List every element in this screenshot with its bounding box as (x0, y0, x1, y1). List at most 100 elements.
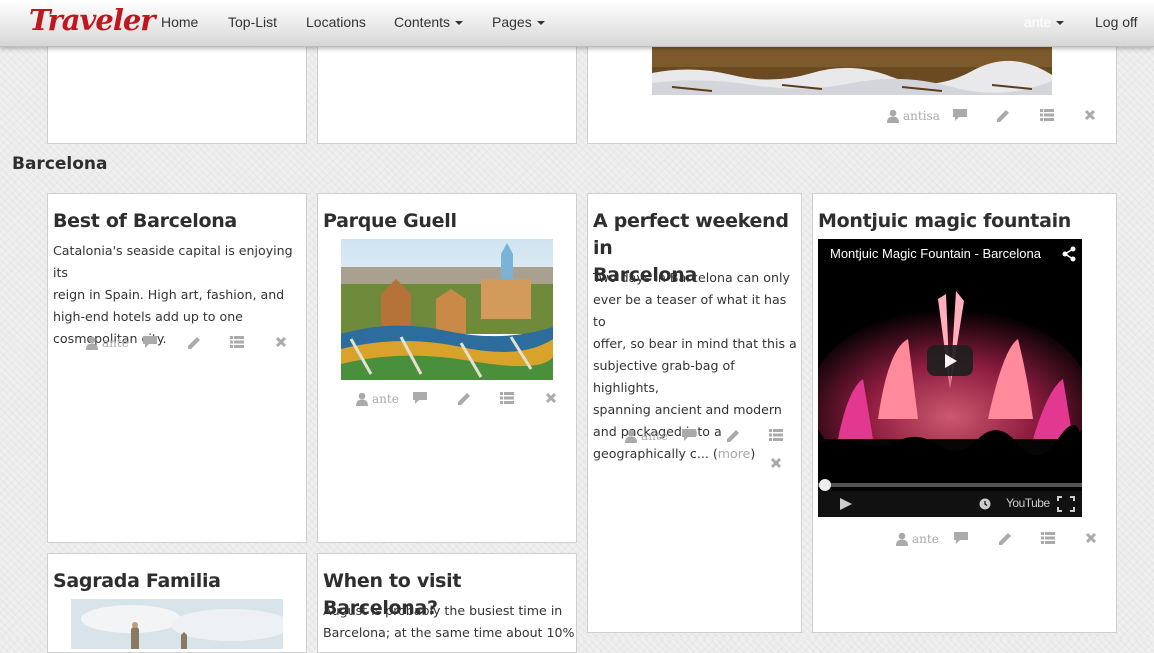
text-line: high-end hotels add up to one (53, 309, 243, 324)
edit-button[interactable] (187, 336, 201, 350)
card-sagrada-familia: Sagrada Familia (47, 553, 307, 653)
play-button[interactable] (927, 345, 973, 376)
close-icon (275, 336, 287, 348)
author-name: ante (372, 392, 399, 406)
card-when-to-visit: When to visit Barcelona? August is proba… (317, 553, 577, 653)
text-line: August is probably the busiest time in (323, 603, 563, 618)
text-line: Catalonia's seaside capital is enjoying … (53, 243, 293, 280)
text-line: Barcelona; at the same time about 10% (323, 625, 575, 640)
user-icon (86, 336, 98, 350)
card-title[interactable]: Parque Guell (323, 208, 457, 235)
card-title[interactable]: Best of Barcelona (53, 208, 237, 235)
list-icon (1041, 532, 1055, 544)
delete-button[interactable] (1084, 109, 1096, 121)
title-line: A perfect weekend in (593, 210, 789, 259)
edit-button[interactable] (726, 429, 740, 443)
list-button[interactable] (1041, 532, 1055, 544)
card-title[interactable]: Montjuic magic fountain (818, 208, 1071, 235)
pencil-icon (188, 337, 200, 349)
clock-icon[interactable] (979, 498, 991, 510)
text-line: Two days in Barcelona can only (593, 270, 790, 285)
text-line: subjective grab-bag of highlights, (593, 358, 735, 395)
winter-landscape-image (652, 47, 1052, 95)
comment-button[interactable] (413, 392, 427, 404)
fullscreen-icon[interactable] (1057, 496, 1075, 512)
video-progress-bar[interactable] (818, 483, 1082, 487)
card-actions: ante (355, 392, 575, 412)
edit-button[interactable] (996, 109, 1010, 123)
text-line: spanning ancient and modern (593, 402, 782, 417)
nav-locations[interactable]: Locations (306, 14, 366, 30)
close-icon (545, 392, 557, 404)
user-icon (896, 532, 908, 546)
author-link[interactable]: ante (624, 429, 668, 443)
video-scrubber[interactable] (819, 479, 831, 491)
youtube-video-player[interactable]: Montjuic Magic Fountain - Barcelona YouT… (818, 239, 1082, 517)
user-menu[interactable]: ante (1024, 14, 1065, 30)
close-icon (770, 457, 782, 469)
text-line: offer, so bear in mind that this a (593, 336, 797, 351)
card-top-3: antisa (587, 30, 1117, 144)
card-parque-guell: Parque Guell ante (317, 193, 577, 543)
logoff-link[interactable]: Log off (1095, 14, 1138, 30)
delete-button[interactable] (275, 336, 287, 348)
comment-icon (682, 429, 696, 441)
card-text: August is probably the busiest time in B… (323, 600, 575, 644)
video-title[interactable]: Montjuic Magic Fountain - Barcelona (830, 246, 1041, 261)
list-button[interactable] (500, 392, 514, 404)
edit-button[interactable] (998, 532, 1012, 546)
share-icon[interactable] (1061, 246, 1077, 262)
comment-button[interactable] (143, 336, 157, 348)
comment-button[interactable] (682, 429, 696, 441)
delete-button[interactable] (770, 457, 782, 469)
caret-down-icon (536, 21, 545, 26)
card-perfect-weekend: A perfect weekend in Barcelona Two days … (587, 193, 802, 633)
user-icon (887, 109, 899, 123)
list-button[interactable] (230, 336, 244, 348)
comment-icon (954, 532, 968, 544)
brand-logo[interactable]: Traveler (29, 3, 156, 37)
card-title[interactable]: Sagrada Familia (53, 568, 221, 595)
card-actions: ante (895, 532, 1115, 552)
nav-pages-dropdown[interactable]: Pages (492, 14, 545, 30)
delete-button[interactable] (545, 392, 557, 404)
author-link[interactable]: ante (895, 532, 939, 546)
nav-contents-dropdown[interactable]: Contents (394, 14, 464, 30)
card-top-2 (317, 30, 577, 144)
delete-button[interactable] (1085, 532, 1097, 544)
nav-home[interactable]: Home (161, 14, 198, 30)
list-icon (230, 336, 244, 348)
close-icon (1084, 109, 1096, 121)
user-name: ante (1024, 14, 1052, 30)
user-icon (625, 429, 637, 443)
comment-button[interactable] (953, 109, 967, 121)
author-name: antisa (903, 109, 940, 123)
author-name: ante (102, 336, 129, 350)
list-icon (1040, 109, 1054, 121)
author-name: ante (912, 532, 939, 546)
list-button[interactable] (769, 429, 783, 441)
youtube-logo[interactable]: YouTube (1006, 496, 1050, 510)
caret-down-icon (1056, 21, 1065, 26)
caret-down-icon (455, 21, 464, 26)
comment-button[interactable] (954, 532, 968, 544)
play-icon[interactable] (839, 497, 853, 511)
pencil-icon (997, 110, 1009, 122)
parque-guell-image (341, 239, 553, 380)
section-title: Barcelona (12, 154, 108, 174)
list-button[interactable] (1040, 109, 1054, 121)
author-link[interactable]: ante (85, 336, 129, 350)
edit-button[interactable] (457, 392, 471, 406)
card-top-1 (47, 30, 307, 144)
sagrada-familia-image (71, 599, 283, 649)
nav-pages-label: Pages (492, 14, 532, 30)
card-actions: ante (85, 336, 305, 356)
author-link[interactable]: ante (355, 392, 399, 406)
comment-icon (143, 336, 157, 348)
card-top-3-actions: antisa (886, 109, 1106, 129)
nav-top-list[interactable]: Top-List (228, 14, 277, 30)
text-line: ever be a teaser of what it has to (593, 292, 787, 329)
navbar: Traveler Home Top-List Locations Content… (0, 0, 1154, 47)
text-line: reign in Spain. High art, fashion, and (53, 287, 285, 302)
author-link[interactable]: antisa (886, 109, 940, 123)
